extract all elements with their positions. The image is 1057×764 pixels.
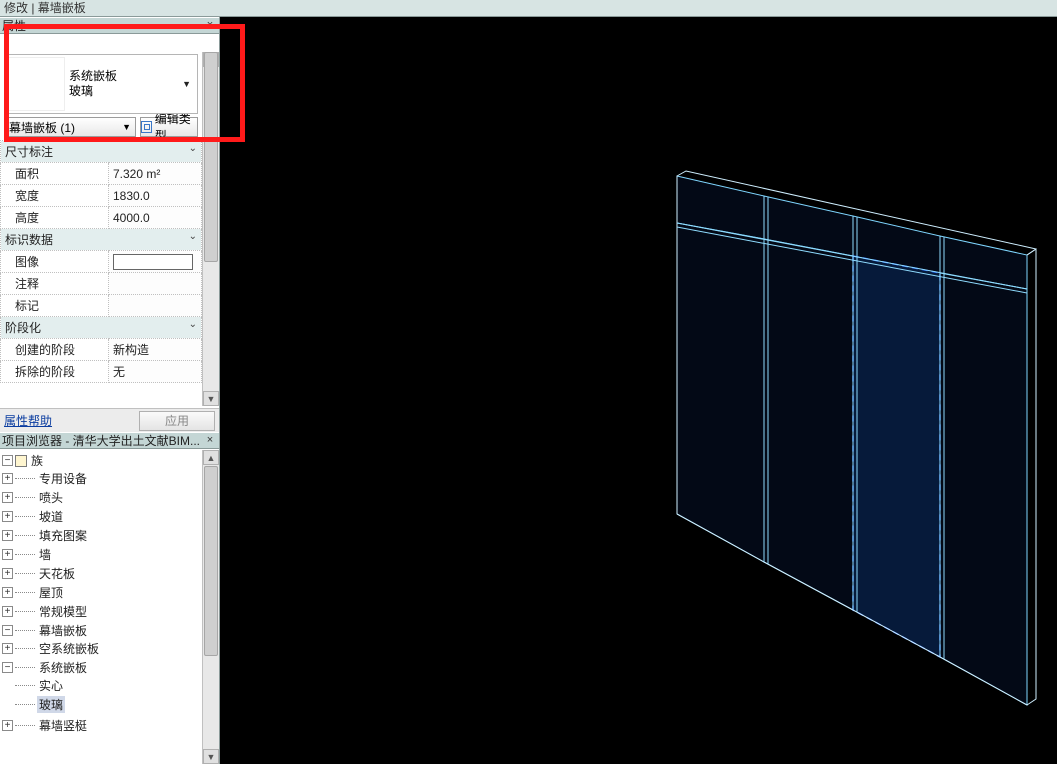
row-phase-demolished-value[interactable]: 无 (109, 361, 202, 383)
tree-expand-icon[interactable]: + (2, 720, 13, 731)
type-selector[interactable]: 系统嵌板 玻璃 ▼ (4, 54, 198, 114)
instance-filter-label: 幕墙嵌板 (1) (9, 119, 75, 136)
close-icon[interactable]: × (203, 18, 217, 32)
type-thumbnail-icon (7, 57, 65, 111)
row-area-value: 7.320 m² (109, 163, 202, 185)
context-title-bar: 修改 | 幕墙嵌板 (0, 0, 1057, 17)
curtain-wall-model (220, 17, 1057, 764)
project-browser-title: 项目浏览器 - 清华大学出土文献BIM... (2, 432, 200, 449)
row-comments-label: 注释 (1, 273, 109, 295)
tree-expand-icon[interactable]: + (2, 587, 13, 598)
close-icon[interactable]: × (203, 433, 217, 447)
properties-palette: 属性 × 系统嵌板 玻璃 ▼ 幕墙嵌板 (1) (0, 17, 220, 432)
row-image-label: 图像 (1, 251, 109, 273)
scroll-thumb[interactable] (204, 52, 218, 262)
tree-expand-icon[interactable]: + (2, 606, 13, 617)
row-width-label: 宽度 (1, 185, 109, 207)
properties-panel-header: 属性 × (0, 17, 219, 34)
apply-button[interactable]: 应用 (139, 411, 215, 431)
tree-item-solid[interactable]: 实心 (37, 677, 65, 694)
properties-help-link[interactable]: 属性帮助 (4, 412, 52, 429)
edit-type-button[interactable]: 编辑类型 (140, 117, 198, 137)
tree-item-system-panel[interactable]: 系统嵌板 (37, 659, 89, 676)
tree-item-mullions[interactable]: 幕墙竖梃 (37, 717, 89, 734)
edit-type-label: 编辑类型 (155, 110, 197, 144)
project-browser-header: 项目浏览器 - 清华大学出土文献BIM... × (0, 432, 219, 449)
tree-root-families[interactable]: 族 (29, 452, 45, 469)
type-selector-text: 系统嵌板 玻璃 (67, 69, 197, 99)
tree-item[interactable]: 墙 (37, 546, 53, 563)
type-type-name: 玻璃 (69, 84, 197, 99)
scroll-up-icon[interactable]: ▲ (203, 450, 219, 465)
row-height-value: 4000.0 (109, 207, 202, 229)
image-input[interactable] (113, 254, 193, 270)
group-identity[interactable]: 标识数据⌄ (1, 229, 202, 251)
tree-collapse-icon[interactable]: − (2, 625, 13, 636)
row-area-label: 面积 (1, 163, 109, 185)
tree-expand-icon[interactable]: + (2, 492, 13, 503)
tree-item[interactable]: 屋顶 (37, 584, 65, 601)
group-dimensions[interactable]: 尺寸标注⌄ (1, 141, 202, 163)
instance-filter-dropdown[interactable]: 幕墙嵌板 (1) ▼ (4, 117, 136, 137)
group-phasing[interactable]: 阶段化⌄ (1, 317, 202, 339)
type-family-name: 系统嵌板 (69, 69, 197, 84)
properties-panel-title: 属性 (2, 17, 26, 34)
row-phase-created-label: 创建的阶段 (1, 339, 109, 361)
tree-item-empty-system-panel[interactable]: 空系统嵌板 (37, 640, 101, 657)
folder-icon (15, 455, 27, 467)
tree-item-curtain-panels[interactable]: 幕墙嵌板 (37, 622, 89, 639)
tree-item[interactable]: 天花板 (37, 565, 77, 582)
properties-table: 尺寸标注⌄ 面积7.320 m² 宽度1830.0 高度4000.0 标识数据⌄… (0, 140, 202, 383)
scroll-thumb[interactable] (204, 466, 218, 656)
tree-item[interactable]: 常规模型 (37, 603, 89, 620)
tree-expand-icon[interactable]: + (2, 643, 13, 654)
tree-expand-icon[interactable]: + (2, 511, 13, 522)
scroll-down-icon[interactable]: ▼ (203, 391, 219, 406)
expand-caret-icon: ⌄ (189, 231, 197, 242)
scroll-down-icon[interactable]: ▼ (203, 749, 219, 764)
tree-expand-icon[interactable]: + (2, 549, 13, 560)
tree-item-glass[interactable]: 玻璃 (37, 696, 65, 713)
chevron-down-icon: ▼ (122, 122, 131, 132)
row-width-value: 1830.0 (109, 185, 202, 207)
properties-scrollbar[interactable]: ▲ ▼ (202, 52, 219, 406)
project-browser-panel: 项目浏览器 - 清华大学出土文献BIM... × − 族 + 专用设备 + 喷头 + 坡… (0, 432, 220, 764)
row-mark-value[interactable] (109, 295, 202, 317)
tree-collapse-icon[interactable]: − (2, 662, 13, 673)
row-comments-value[interactable] (109, 273, 202, 295)
tree-item[interactable]: 喷头 (37, 489, 65, 506)
browser-scrollbar[interactable]: ▲ ▼ (202, 450, 219, 764)
3d-viewport[interactable] (220, 17, 1057, 764)
row-phase-demolished-label: 拆除的阶段 (1, 361, 109, 383)
row-image-value[interactable] (109, 251, 202, 273)
row-phase-created-value[interactable]: 新构造 (109, 339, 202, 361)
chevron-down-icon: ▼ (182, 79, 191, 89)
tree-item[interactable]: 坡道 (37, 508, 65, 525)
row-mark-label: 标记 (1, 295, 109, 317)
tree-expand-icon[interactable]: + (2, 530, 13, 541)
tree-expand-icon[interactable]: + (2, 473, 13, 484)
project-browser-tree[interactable]: − 族 + 专用设备 + 喷头 + 坡道 + 填充图案 + 墙 + 天花板 + 屋顶 + 常规模型 (0, 449, 219, 764)
tree-collapse-icon[interactable]: − (2, 455, 13, 466)
edit-type-icon (141, 121, 152, 133)
expand-caret-icon: ⌄ (189, 143, 197, 154)
tree-expand-icon[interactable]: + (2, 568, 13, 579)
tree-item[interactable]: 填充图案 (37, 527, 89, 544)
tree-item[interactable]: 专用设备 (37, 470, 89, 487)
row-height-label: 高度 (1, 207, 109, 229)
expand-caret-icon: ⌄ (189, 319, 197, 330)
